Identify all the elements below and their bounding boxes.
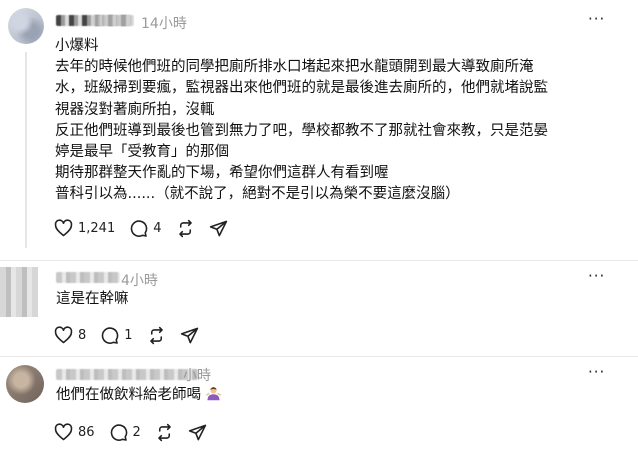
post-text: 這是在幹嘛 <box>56 289 129 310</box>
share-button[interactable] <box>188 423 207 442</box>
post-time: 小時 <box>183 368 211 384</box>
comment-icon <box>101 326 119 344</box>
post-line: 小爆料 <box>55 38 99 54</box>
post-line: 視器沒對著廁所拍，沒輒 <box>55 101 215 118</box>
more-options-icon[interactable]: ··· <box>588 365 605 380</box>
heart-icon <box>54 219 73 237</box>
reply-count: 2 <box>132 424 141 440</box>
share-button[interactable] <box>180 326 199 345</box>
person-shrugging-emoji-icon <box>205 386 221 401</box>
heart-icon <box>54 326 73 344</box>
post-line: 反正他們班導到最後也管到無力了吧，學校都教不了那就社會來教，只是范晏 <box>55 122 548 139</box>
post-line: 他們在做飲料給老師喝 <box>56 385 221 406</box>
thread-line <box>25 52 27 248</box>
repost-icon <box>178 219 192 237</box>
send-icon <box>209 220 227 236</box>
like-button[interactable]: 1,241 <box>54 219 115 237</box>
repost-icon <box>149 326 163 344</box>
post-line: 婷是最早「受教育」的那個 <box>55 144 229 161</box>
repost-button[interactable] <box>147 326 166 345</box>
post-line: 去年的時候他們班的同學把廁所排水口堵起來把水龍頭開到最大導致廁所淹 <box>55 59 534 76</box>
comment-icon <box>110 423 127 441</box>
repost-icon <box>157 423 171 441</box>
like-count: 8 <box>78 327 87 343</box>
like-button[interactable]: 8 <box>54 326 86 344</box>
like-button[interactable]: 86 <box>54 423 95 441</box>
send-icon <box>188 424 207 440</box>
share-button[interactable] <box>209 219 228 238</box>
more-options-icon[interactable]: ··· <box>588 12 605 27</box>
post-main: 14小時 ··· 小爆料 去年的時候他們班的同學把廁所排水口堵起來把水龍頭開到最… <box>0 0 638 262</box>
reply-button[interactable]: 4 <box>129 219 162 238</box>
repost-button[interactable] <box>176 219 195 238</box>
reply-post: 4小時 ··· 這是在幹嘛 8 1 <box>0 261 638 357</box>
reply-count: 4 <box>153 220 162 236</box>
send-icon <box>180 327 198 343</box>
post-text: 他們在做飲料給老師喝 <box>56 385 221 406</box>
heart-icon <box>54 423 73 441</box>
reply-button[interactable]: 1 <box>100 326 133 345</box>
avatar[interactable] <box>6 365 44 403</box>
post-line: 普科引以為......（就不說了，絕對不是引以為榮不要這麼沒腦） <box>55 186 460 203</box>
post-line: 期待那群整天作亂的下場，希望你們這群人有看到喔 <box>55 165 389 182</box>
like-count: 1,241 <box>78 220 116 236</box>
more-options-icon[interactable]: ··· <box>588 269 605 284</box>
username[interactable] <box>56 272 120 283</box>
like-count: 86 <box>78 424 95 440</box>
avatar[interactable] <box>8 8 44 44</box>
post-line: 水，班級掃到要瘋，監視器出來他們班的就是最後進去廁所的，他們就堵說監 <box>55 80 548 97</box>
post-actions: 86 2 <box>54 422 221 442</box>
post-line: 這是在幹嘛 <box>56 291 129 307</box>
avatar[interactable] <box>0 267 38 317</box>
post-actions: 8 1 <box>54 325 213 345</box>
post-time: 4小時 <box>121 273 158 289</box>
reply-count: 1 <box>124 327 133 343</box>
repost-button[interactable] <box>155 423 174 442</box>
reply-button[interactable]: 2 <box>109 423 141 442</box>
reply-post: 小時 ··· 他們在做飲料給老師喝 86 2 <box>0 357 638 449</box>
post-actions: 1,241 4 <box>54 218 242 238</box>
post-line-text: 他們在做飲料給老師喝 <box>56 387 201 403</box>
username[interactable] <box>56 369 198 380</box>
post-text: 小爆料 去年的時候他們班的同學把廁所排水口堵起來把水龍頭開到最大導致廁所淹 水，… <box>55 36 548 206</box>
comment-icon <box>130 219 148 237</box>
post-time: 14小時 <box>141 16 187 32</box>
username-suffix <box>92 15 132 26</box>
